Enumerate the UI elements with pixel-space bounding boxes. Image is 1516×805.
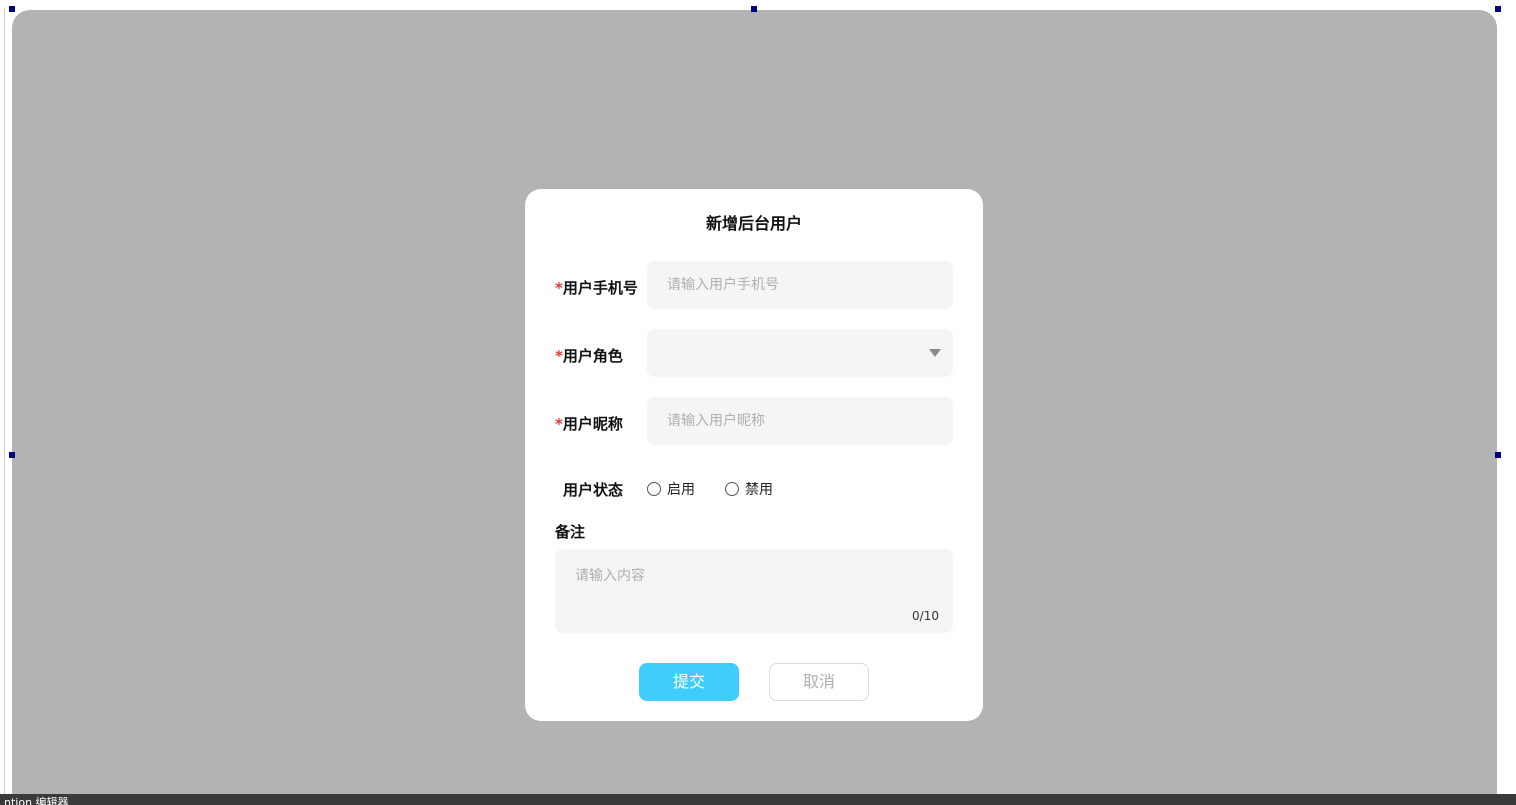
phone-input[interactable] — [665, 276, 939, 294]
nickname-label-text: 用户昵称 — [562, 415, 623, 433]
status-option-enabled-label: 启用 — [667, 482, 695, 498]
submit-button[interactable]: 提交 — [639, 663, 739, 701]
phone-field[interactable] — [647, 261, 953, 309]
phone-label-text: 用户手机号 — [562, 279, 638, 297]
required-mark: * — [555, 279, 563, 297]
add-user-dialog: 新增后台用户 *用户手机号 *用户角色 *用户昵称 用户状态 启用 — [525, 189, 983, 721]
required-mark: * — [555, 415, 563, 433]
nickname-field[interactable] — [647, 397, 953, 445]
resize-handle-top-center[interactable] — [751, 6, 757, 12]
resize-handle-top-left[interactable] — [9, 6, 15, 12]
required-mark: * — [555, 347, 563, 365]
status-option-disabled[interactable]: 禁用 — [725, 479, 773, 499]
remark-label: 备注 — [555, 523, 586, 541]
cancel-button[interactable]: 取消 — [769, 663, 869, 701]
status-bar-text: ntion 编辑器 — [4, 796, 69, 805]
phone-label: *用户手机号 — [555, 277, 638, 298]
caret-down-icon[interactable] — [929, 349, 941, 357]
status-bar: ntion 编辑器 — [0, 794, 1516, 805]
resize-handle-middle-left[interactable] — [9, 452, 15, 458]
remark-textarea[interactable]: 请输入内容 0/10 — [555, 549, 953, 633]
status-option-enabled[interactable]: 启用 — [647, 479, 695, 499]
dialog-title: 新增后台用户 — [705, 214, 802, 233]
resize-handle-top-right[interactable] — [1495, 6, 1501, 12]
radio-enabled[interactable] — [647, 482, 661, 496]
status-label: 用户状态 — [563, 481, 624, 499]
role-label: *用户角色 — [555, 345, 623, 366]
nickname-label: *用户昵称 — [555, 413, 623, 434]
radio-disabled[interactable] — [725, 482, 739, 496]
status-option-disabled-label: 禁用 — [745, 482, 773, 498]
canvas-outline — [4, 8, 5, 794]
remark-char-counter: 0/10 — [912, 609, 939, 623]
role-select[interactable] — [647, 329, 953, 377]
editor-stage: 新增后台用户 *用户手机号 *用户角色 *用户昵称 用户状态 启用 — [0, 0, 1516, 805]
role-label-text: 用户角色 — [562, 347, 623, 365]
status-radio-group: 启用 禁用 — [647, 479, 773, 499]
remark-placeholder: 请输入内容 — [575, 568, 645, 584]
nickname-input[interactable] — [665, 412, 939, 430]
resize-handle-middle-right[interactable] — [1495, 452, 1501, 458]
